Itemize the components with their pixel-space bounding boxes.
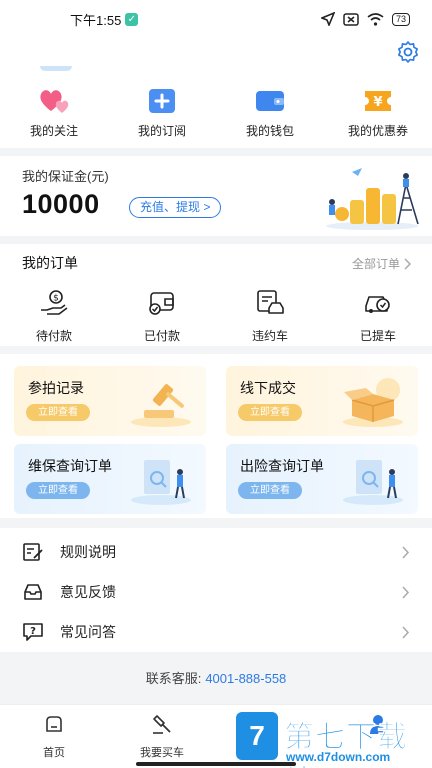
- wallet-check-icon: [149, 292, 174, 315]
- chevron-right-icon: [404, 257, 412, 270]
- menu-item-rules[interactable]: 规则说明: [0, 532, 432, 572]
- battery-indicator: 73: [391, 12, 410, 26]
- claims-query-card[interactable]: 出险查询订单 立即查看: [226, 444, 418, 514]
- recharge-withdraw-button[interactable]: 充值、提现 >: [129, 197, 222, 218]
- all-orders-link[interactable]: 全部订单: [352, 255, 412, 272]
- order-label: 待付款: [35, 329, 72, 343]
- coupon-icon: ¥: [362, 86, 394, 116]
- menu-label: 意见反馈: [60, 584, 116, 600]
- status-bar: 下午1:55 ✓ 73: [0, 0, 432, 38]
- feature-title: 维保查询订单: [28, 458, 112, 474]
- wallet-icon: [254, 86, 286, 116]
- gavel-icon: [153, 715, 171, 734]
- quick-link-label: 我的订阅: [137, 124, 186, 138]
- no-sim-icon: [343, 12, 359, 26]
- view-now-button[interactable]: 立即查看: [26, 404, 90, 421]
- edit-document-icon: [23, 543, 43, 561]
- inbox-icon: [24, 584, 42, 600]
- settings-menu: 规则说明 意见反馈 ? 常见问答: [0, 528, 432, 652]
- quick-link-label: 我的关注: [29, 124, 78, 138]
- chevron-right-icon: [402, 625, 410, 639]
- car-check-icon: [365, 296, 390, 313]
- chevron-right-icon: [402, 585, 410, 599]
- open-box-icon: [343, 378, 403, 427]
- settings-button[interactable]: [396, 40, 420, 64]
- quick-link-label: 我的优惠券: [347, 124, 408, 138]
- feature-title: 参拍记录: [28, 380, 84, 396]
- menu-label: 规则说明: [60, 544, 116, 560]
- auction-records-card[interactable]: 参拍记录 立即查看: [14, 366, 206, 436]
- customer-service: 联系客服: 4001-888-558: [0, 668, 432, 687]
- document-search-icon: [131, 460, 191, 505]
- menu-item-faq[interactable]: ? 常见问答: [0, 612, 432, 652]
- quick-links: 我的关注 我的订阅 我的钱包 ¥ 我的优惠券: [0, 86, 432, 139]
- coins-illustration: [326, 168, 419, 230]
- gear-icon: [398, 41, 418, 63]
- offline-deals-card[interactable]: 线下成交 立即查看: [226, 366, 418, 436]
- svg-text:$: $: [53, 294, 59, 304]
- svg-text:?: ?: [30, 626, 36, 637]
- watermark-url: www.d7down.com: [286, 750, 391, 764]
- notification-check-icon: ✓: [125, 12, 139, 26]
- home-icon: [46, 716, 62, 732]
- tab-buy-car[interactable]: 我要买车: [108, 705, 216, 768]
- home-indicator[interactable]: [136, 762, 296, 766]
- quick-link-wallet[interactable]: 我的钱包: [216, 86, 324, 139]
- quick-link-follow[interactable]: 我的关注: [0, 86, 108, 139]
- menu-label: 常见问答: [60, 624, 116, 640]
- svg-text:¥: ¥: [373, 95, 382, 110]
- order-label: 已付款: [143, 329, 180, 343]
- status-icons: 73: [320, 12, 410, 26]
- order-status-row: $ 待付款 已付款 违约车 已提车: [0, 288, 432, 344]
- quick-link-label: 我的钱包: [245, 124, 294, 138]
- features-card: 参拍记录 立即查看 线下成交 立即查看 维保查询订单 立即查看 出险查询订单 立…: [0, 354, 432, 518]
- service-phone-link[interactable]: 4001-888-558: [205, 671, 286, 686]
- orders-title: 我的订单: [22, 255, 78, 271]
- deposit-label: 我的保证金(元): [22, 169, 109, 184]
- orders-card: 我的订单 全部订单 $ 待付款 已付款 违约车 已提车: [0, 244, 432, 346]
- watermark-logo: 7 第七下载站 www.d7down.com: [236, 712, 432, 768]
- view-now-button[interactable]: 立即查看: [26, 482, 90, 499]
- location-arrow-icon: [320, 12, 335, 26]
- chevron-right-icon: [402, 545, 410, 559]
- view-now-button[interactable]: 立即查看: [238, 404, 302, 421]
- tab-label: 首页: [43, 747, 65, 759]
- status-time: 下午1:55: [70, 12, 122, 28]
- wifi-icon: [367, 12, 384, 26]
- view-now-button[interactable]: 立即查看: [238, 482, 302, 499]
- order-defaulted[interactable]: 违约车: [216, 288, 324, 344]
- watermark-mark: 7: [236, 712, 278, 760]
- deposit-amount: 10000: [22, 189, 100, 219]
- menu-item-feedback[interactable]: 意见反馈: [0, 572, 432, 612]
- quick-link-coupon[interactable]: ¥ 我的优惠券: [324, 86, 432, 139]
- heart-icon: [38, 86, 70, 116]
- question-chat-icon: ?: [23, 623, 43, 641]
- document-search-icon: [343, 460, 403, 505]
- avatar-edge: [40, 66, 72, 71]
- all-orders-label: 全部订单: [351, 257, 400, 271]
- hand-coin-icon: $: [41, 290, 68, 315]
- order-label: 违约车: [251, 329, 288, 343]
- document-car-icon: [257, 290, 284, 314]
- feature-title: 出险查询订单: [240, 458, 324, 474]
- order-pending-payment[interactable]: $ 待付款: [0, 288, 108, 344]
- quick-link-subscribe[interactable]: 我的订阅: [108, 86, 216, 139]
- profile-header: 我的关注 我的订阅 我的钱包 ¥ 我的优惠券: [0, 38, 432, 148]
- gavel-icon: [131, 384, 191, 427]
- order-paid[interactable]: 已付款: [108, 288, 216, 344]
- tab-label: 我要买车: [140, 747, 184, 759]
- service-label: 联系客服:: [145, 671, 202, 686]
- subscribe-icon: [146, 86, 178, 116]
- order-picked-up[interactable]: 已提车: [324, 288, 432, 344]
- order-label: 已提车: [359, 329, 396, 343]
- deposit-card: 我的保证金(元) 10000 充值、提现 >: [0, 156, 432, 236]
- maintenance-query-card[interactable]: 维保查询订单 立即查看: [14, 444, 206, 514]
- feature-title: 线下成交: [240, 380, 296, 396]
- tab-home[interactable]: 首页: [0, 705, 108, 768]
